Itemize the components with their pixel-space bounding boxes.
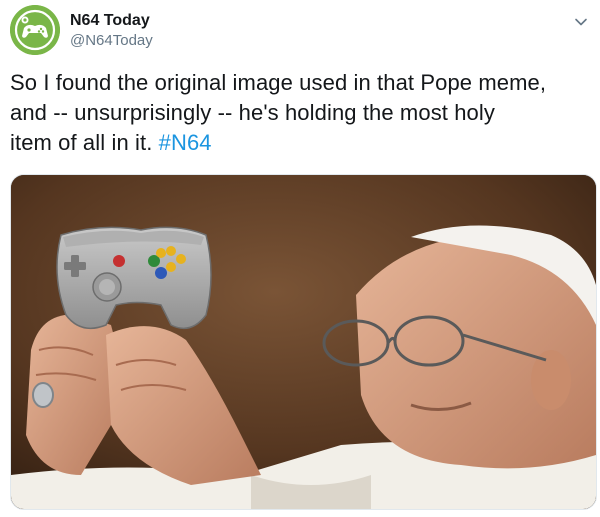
tweet-text-line: and -- unsurprisingly -- he's holding th… — [10, 100, 495, 125]
author-names: N64 Today @N64Today — [70, 11, 153, 50]
tweet-photo[interactable] — [10, 174, 597, 510]
hashtag-link[interactable]: #N64 — [159, 130, 212, 155]
chevron-down-icon — [575, 18, 587, 26]
avatar[interactable] — [10, 5, 60, 55]
tweet-header: N64 Today @N64Today — [10, 5, 590, 57]
handle[interactable]: @N64Today — [70, 31, 153, 50]
pope-holding-n64-controller-photo — [11, 175, 596, 509]
tweet-text-line: item of all in it. #N64 — [10, 128, 590, 158]
display-name[interactable]: N64 Today — [70, 11, 153, 30]
tweet-text: So I found the original image used in th… — [10, 68, 590, 158]
tweet-text-segment: item of all in it. — [10, 130, 159, 155]
game-controller-icon — [10, 5, 60, 55]
tweet-menu-button[interactable] — [572, 13, 590, 31]
tweet-text-line: So I found the original image used in th… — [10, 70, 547, 95]
tweet-card: N64 Today @N64Today So I found the origi… — [0, 0, 600, 517]
